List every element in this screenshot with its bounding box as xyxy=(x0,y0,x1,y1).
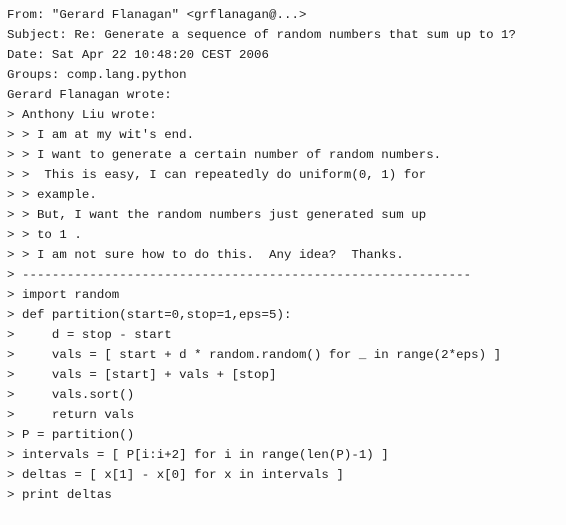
header-groups: Groups: comp.lang.python xyxy=(7,68,187,82)
quoted-code-line: > d = stop - start xyxy=(7,328,172,342)
quoted-code-line: > intervals = [ P[i:i+2] for i in range(… xyxy=(7,448,389,462)
scanned-page: From: "Gerard Flanagan" <grflanagan@...>… xyxy=(0,0,566,525)
quoted-code-line: > print deltas xyxy=(7,488,112,502)
quoted-code-line: > P = partition() xyxy=(7,428,135,442)
quoted-code-line: > vals = [ start + d * random.random() f… xyxy=(7,348,502,362)
header-subject: Subject: Re: Generate a sequence of rand… xyxy=(7,28,517,42)
quoted-text-line: > > I want to generate a certain number … xyxy=(7,148,442,162)
quoted-text-line: > > But, I want the random numbers just … xyxy=(7,208,427,222)
quoted-code-line: > return vals xyxy=(7,408,135,422)
quoted-separator-line: > --------------------------------------… xyxy=(7,268,472,282)
newsgroup-message: From: "Gerard Flanagan" <grflanagan@...>… xyxy=(7,5,516,505)
quoted-code-line: > def partition(start=0,stop=1,eps=5): xyxy=(7,308,292,322)
attribution-line: Gerard Flanagan wrote: xyxy=(7,88,172,102)
header-from: From: "Gerard Flanagan" <grflanagan@...> xyxy=(7,8,307,22)
quoted-text-line: > > I am not sure how to do this. Any id… xyxy=(7,248,404,262)
quoted-code-line: > vals = [start] + vals + [stop] xyxy=(7,368,277,382)
quoted-code-line: > vals.sort() xyxy=(7,388,135,402)
quoted-text-line: > > This is easy, I can repeatedly do un… xyxy=(7,168,427,182)
quoted-code-line: > import random xyxy=(7,288,120,302)
quoted-text-line: > > to 1 . xyxy=(7,228,82,242)
quoted-attribution-line: > Anthony Liu wrote: xyxy=(7,108,157,122)
quoted-code-line: > deltas = [ x[1] - x[0] for x in interv… xyxy=(7,468,344,482)
quoted-text-line: > > example. xyxy=(7,188,97,202)
quoted-text-line: > > I am at my wit's end. xyxy=(7,128,195,142)
header-date: Date: Sat Apr 22 10:48:20 CEST 2006 xyxy=(7,48,269,62)
